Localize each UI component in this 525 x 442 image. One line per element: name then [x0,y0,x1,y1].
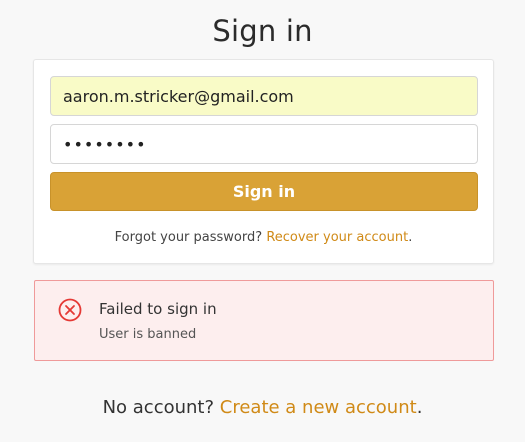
forgot-password-line: Forgot your password? Recover your accou… [34,230,493,245]
password-field[interactable] [50,124,478,164]
sign-in-card: Sign in Forgot your password? Recover yo… [33,59,494,264]
forgot-password-text: Forgot your password? [114,230,263,245]
sign-in-page: Sign in Sign in Forgot your password? Re… [0,0,525,442]
alert-title: Failed to sign in [99,300,217,318]
no-account-text: No account? [102,397,215,418]
sign-in-button[interactable]: Sign in [50,172,478,211]
error-circle-x-icon [58,298,82,322]
email-field[interactable] [50,76,478,116]
recover-account-link[interactable]: Recover your account [266,230,408,245]
alert-message: User is banned [99,327,197,342]
create-account-link[interactable]: Create a new account [220,397,417,418]
error-alert: Failed to sign in User is banned [34,280,494,361]
page-title: Sign in [212,14,313,48]
footer-suffix: . [416,397,423,418]
forgot-suffix: . [408,230,413,245]
footer-line: No account? Create a new account. [0,397,525,418]
